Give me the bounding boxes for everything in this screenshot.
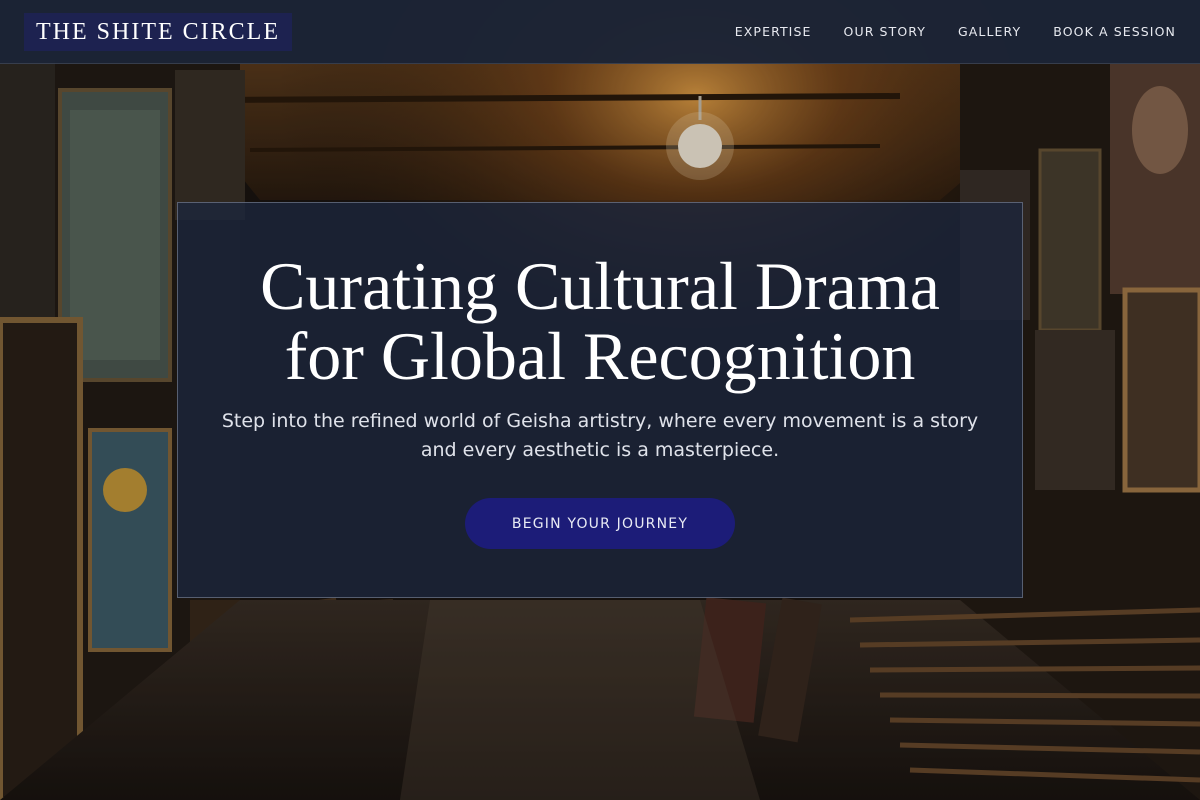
nav-link-gallery[interactable]: GALLERY bbox=[958, 24, 1021, 39]
brand-logo[interactable]: THE SHITE CIRCLE bbox=[24, 12, 292, 51]
hero-card: Curating Cultural Drama for Global Recog… bbox=[177, 202, 1023, 598]
nav-link-expertise[interactable]: EXPERTISE bbox=[735, 24, 812, 39]
nav-links: EXPERTISE OUR STORY GALLERY BOOK A SESSI… bbox=[735, 24, 1176, 39]
nav-link-book-a-session[interactable]: BOOK A SESSION bbox=[1053, 24, 1176, 39]
hero-subtitle: Step into the refined world of Geisha ar… bbox=[221, 410, 979, 461]
begin-journey-button[interactable]: BEGIN YOUR JOURNEY bbox=[465, 498, 735, 549]
top-navbar: THE SHITE CIRCLE EXPERTISE OUR STORY GAL… bbox=[0, 0, 1200, 64]
hero-title: Curating Cultural Drama for Global Recog… bbox=[210, 251, 990, 391]
nav-link-our-story[interactable]: OUR STORY bbox=[844, 24, 926, 39]
hero-title-line-2: for Global Recognition bbox=[284, 318, 916, 394]
hero-title-line-1: Curating Cultural Drama bbox=[260, 248, 940, 324]
